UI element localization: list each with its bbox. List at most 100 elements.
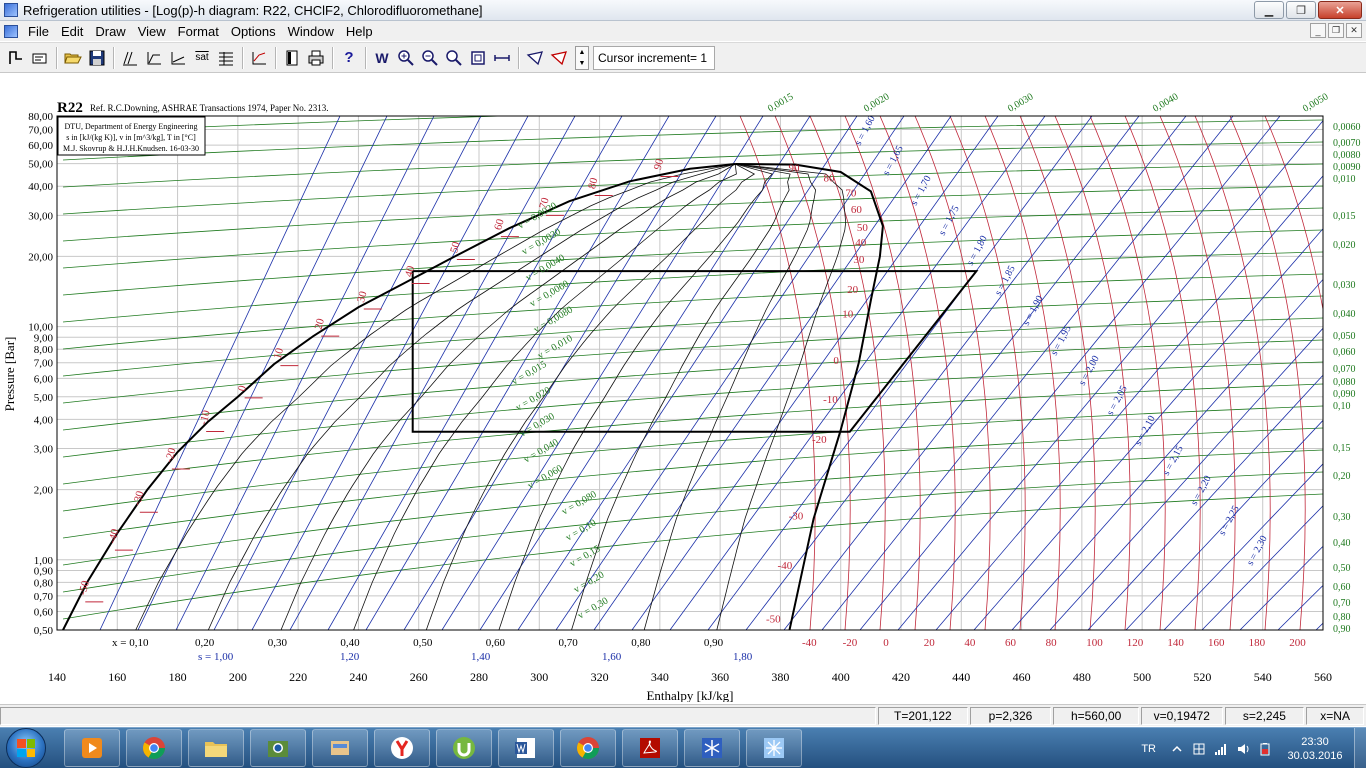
isotherm-label-liquid: -50	[77, 579, 93, 597]
document-minimize-button[interactable]: _	[1310, 23, 1326, 38]
windows-logo-icon	[17, 739, 35, 757]
zoom-in-icon[interactable]	[395, 47, 417, 69]
help-button[interactable]: ?	[338, 47, 360, 69]
cursor-right-icon[interactable]	[548, 47, 570, 69]
isotherm-icon[interactable]	[143, 47, 165, 69]
isotherm-label-liquid: 10	[272, 346, 287, 360]
horizontal-fit-icon[interactable]	[491, 47, 513, 69]
close-button[interactable]: ✕	[1318, 1, 1362, 19]
isochore-label-right: 0,15	[1333, 443, 1351, 454]
status-volume: v=0,19472	[1140, 706, 1223, 725]
yandex-task[interactable]	[374, 729, 430, 767]
menu-format[interactable]: Format	[174, 24, 227, 39]
diagram-icon[interactable]	[248, 47, 270, 69]
isotherm-label-vapor: 50	[857, 222, 869, 234]
taskbar: TR 23:30 30.03.2016	[0, 727, 1366, 769]
menu-draw[interactable]: Draw	[91, 24, 133, 39]
isentrope-label: s = 1,90	[1021, 294, 1046, 327]
spin-up-icon[interactable]: ▲	[579, 49, 586, 56]
show-desktop-button[interactable]	[1354, 728, 1366, 769]
isochore-line	[63, 76, 1323, 106]
open-folder-icon[interactable]	[62, 47, 84, 69]
isochore-line	[62, 449, 1323, 566]
minimize-button[interactable]: ▁	[1254, 1, 1284, 19]
volume-icon[interactable]	[1236, 742, 1250, 756]
isochore-line	[62, 251, 1323, 323]
hp-task[interactable]	[250, 729, 306, 767]
y-tick-label: 0,80	[34, 577, 54, 589]
refrigeration-utilities-task[interactable]	[746, 729, 802, 767]
battery-icon[interactable]	[1258, 742, 1272, 756]
network-icon[interactable]	[1214, 742, 1228, 756]
isentrope-line	[327, 116, 623, 630]
properties-icon[interactable]	[29, 47, 51, 69]
menu-view[interactable]: View	[134, 24, 174, 39]
hp-icon	[268, 741, 288, 757]
isotherm-label-bottom: 120	[1127, 637, 1144, 649]
isentrope-line	[593, 116, 952, 630]
document-window-controls: _ ❐ ✕	[1308, 23, 1362, 38]
document-icon[interactable]	[4, 24, 18, 38]
media-player-task[interactable]	[64, 729, 120, 767]
zoom-box-icon[interactable]	[467, 47, 489, 69]
cursor-left-icon[interactable]	[524, 47, 546, 69]
entropy-label: s = 1,00	[198, 651, 234, 663]
isentrope-icon[interactable]	[119, 47, 141, 69]
isotherm-label-bottom: 40	[964, 637, 976, 649]
saturation-button[interactable]: sat	[191, 47, 213, 69]
spin-down-icon[interactable]: ▼	[579, 60, 586, 67]
cursor-increment-spinner[interactable]: ▲ ▼	[575, 45, 589, 70]
document-restore-button[interactable]: ❐	[1328, 23, 1344, 38]
line-labels: -50-40-30-20-100102030405060708090 908070…	[77, 91, 1361, 663]
isochore-icon[interactable]	[167, 47, 189, 69]
cycle-icon[interactable]	[5, 47, 27, 69]
utorrent-task[interactable]	[436, 729, 492, 767]
x-axis-label: Enthalpy [kJ/kg]	[646, 688, 733, 702]
isotherm-label-vapor: 40	[855, 237, 867, 249]
y-tick-label: 2,00	[34, 485, 54, 497]
zoom-whole-button[interactable]: W	[371, 47, 393, 69]
language-indicator[interactable]: TR	[1141, 743, 1156, 755]
quality-label: 0,60	[486, 637, 506, 649]
menu-options[interactable]: Options	[227, 24, 284, 39]
isochore-label-right: 0,20	[1333, 471, 1351, 482]
logph-chart[interactable]: -50 -40 -30 -20 -10 0 10 20 30 40 50 60 70 80 90 90 80 70…	[0, 74, 1366, 702]
cursor-increment-field[interactable]: Cursor increment= 1	[593, 45, 715, 70]
page-icon[interactable]	[281, 47, 303, 69]
isotherm-label-bottom: 160	[1208, 637, 1225, 649]
menu-edit[interactable]: Edit	[57, 24, 91, 39]
zoom-out-icon[interactable]	[419, 47, 441, 69]
status-enthalpy: h=560,00	[1053, 706, 1139, 725]
clock[interactable]: 23:30 30.03.2016	[1280, 735, 1350, 763]
menu-window[interactable]: Window	[284, 24, 342, 39]
logph-diagram-area[interactable]: -50 -40 -30 -20 -10 0 10 20 30 40 50 60 70 80 90 90 80 70…	[0, 74, 1366, 702]
chrome-task[interactable]	[126, 729, 182, 767]
file-explorer-task[interactable]	[188, 729, 244, 767]
isentrope-label: s = 1,75	[937, 204, 962, 237]
word-task[interactable]	[498, 729, 554, 767]
show-hidden-icons-icon[interactable]	[1170, 742, 1184, 756]
action-center-icon[interactable]	[1192, 742, 1206, 756]
menu-file[interactable]: File	[24, 24, 57, 39]
isochore-label-right: 0,015	[1333, 211, 1356, 222]
document-close-button[interactable]: ✕	[1346, 23, 1362, 38]
app-task[interactable]	[312, 729, 368, 767]
chrome-task-2[interactable]	[560, 729, 616, 767]
menu-help[interactable]: Help	[342, 24, 381, 39]
start-button[interactable]	[6, 728, 46, 768]
isentrope-line	[1354, 116, 1366, 630]
zoom-icon[interactable]	[443, 47, 465, 69]
refrigeration-task[interactable]	[684, 729, 740, 767]
save-icon[interactable]	[86, 47, 108, 69]
isochore-label-right: 0,030	[1333, 280, 1356, 291]
info-box-line: M.J. Skovrup & H.J.H.Knudsen. 16-03-30	[63, 144, 199, 153]
x-tick-label: 240	[349, 670, 367, 684]
y-tick-label: 3,00	[34, 444, 54, 456]
acrobat-task[interactable]	[622, 729, 678, 767]
maximize-button[interactable]: ❐	[1286, 1, 1316, 19]
window-controls: ▁ ❐ ✕	[1252, 1, 1362, 19]
print-icon[interactable]	[305, 47, 327, 69]
isentrope-label: s = 1,80	[965, 234, 990, 267]
x-tick-label: 140	[48, 670, 66, 684]
table-icon[interactable]	[215, 47, 237, 69]
